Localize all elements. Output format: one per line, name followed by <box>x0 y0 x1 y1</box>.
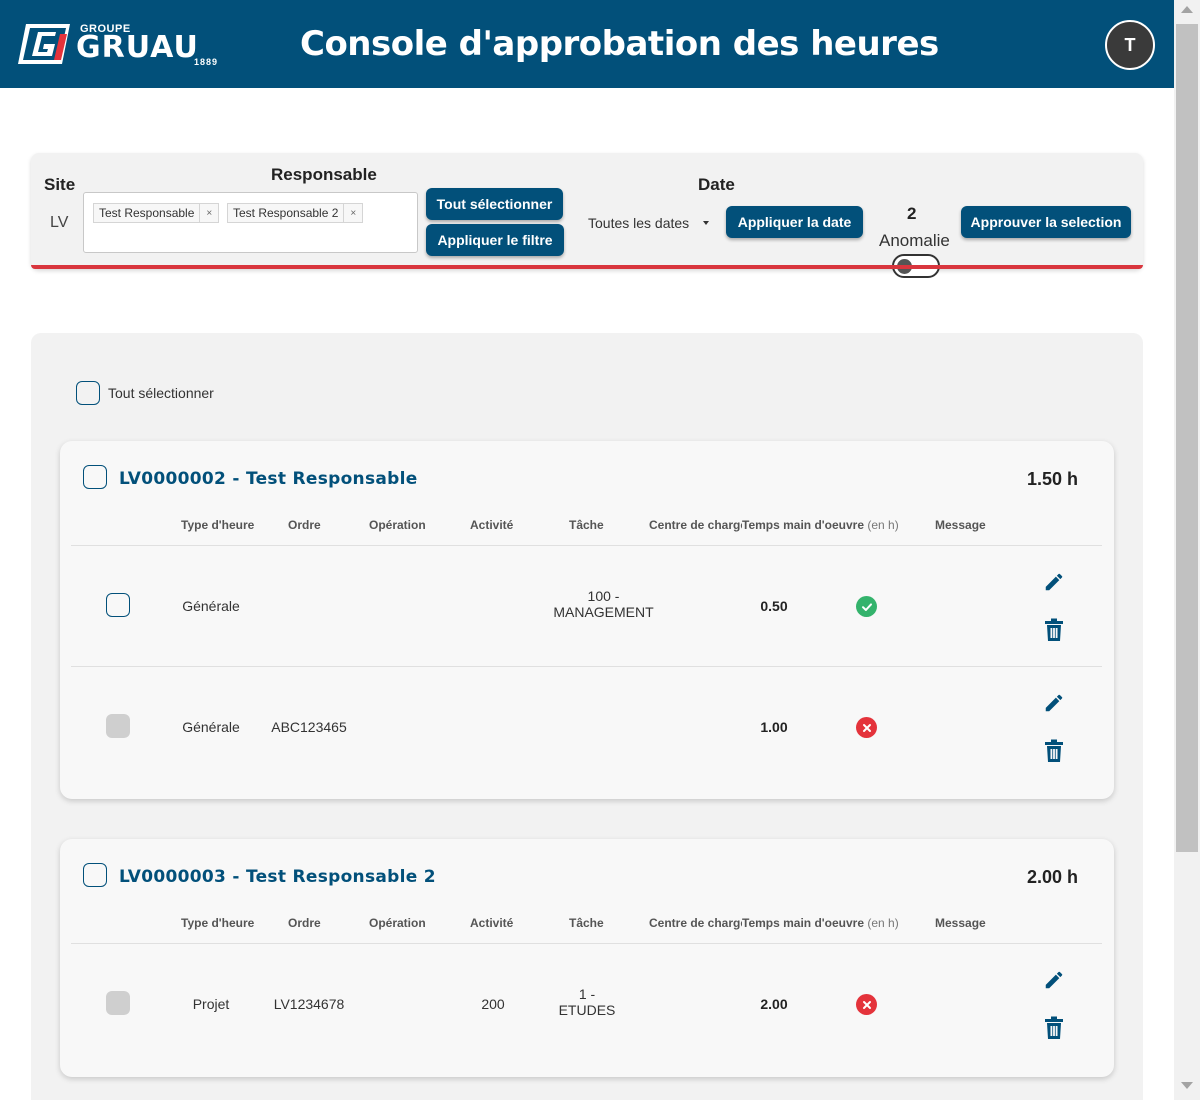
dropdown-caret-icon[interactable] <box>703 221 709 225</box>
responsable-chip: Test Responsable 2 × <box>227 203 364 223</box>
filter-bar-accent-line <box>31 265 1143 269</box>
trash-icon[interactable] <box>1041 738 1067 764</box>
chip-label: Test Responsable 2 <box>233 206 339 220</box>
row-select-checkbox[interactable] <box>106 714 130 738</box>
column-header-operation: Opération <box>369 916 426 930</box>
anomaly-label: Anomalie <box>879 231 950 250</box>
edit-pencil-icon[interactable] <box>1041 967 1067 993</box>
row-select-checkbox[interactable] <box>106 991 130 1015</box>
logo-year-text: 1889 <box>194 57 219 67</box>
chip-remove-icon[interactable]: × <box>343 204 362 222</box>
column-header-activite: Activité <box>470 916 514 930</box>
column-header-type: Type d'heure <box>181 518 255 532</box>
filter-bar: Site LV Responsable Test Responsable × T… <box>31 153 1143 278</box>
cell-temps: 0.50 <box>760 598 788 614</box>
scroll-up-arrow-icon[interactable] <box>1181 6 1193 13</box>
check-circle-icon <box>856 596 877 617</box>
error-circle-icon <box>856 994 877 1015</box>
timesheet-list-panel: Tout sélectionner LV0000002 - Test Respo… <box>31 333 1143 1100</box>
error-circle-icon <box>856 717 877 738</box>
column-header-centre: Centre de charge <box>649 518 748 532</box>
app-header: GROUPE GRUAU 1889 Console d'approbation … <box>0 0 1174 88</box>
scroll-down-arrow-icon[interactable] <box>1181 1082 1193 1089</box>
trash-icon[interactable] <box>1041 617 1067 643</box>
column-header-ordre: Ordre <box>288 518 321 532</box>
temps-header-label: Temps main d'oeuvre <box>742 518 864 532</box>
select-all-checkbox[interactable] <box>76 381 100 405</box>
tache-line-2: MANAGEMENT <box>553 604 654 620</box>
gruau-logo: GROUPE GRUAU 1889 <box>16 20 236 70</box>
cell-type: Générale <box>182 719 240 735</box>
card-select-checkbox[interactable] <box>83 863 107 887</box>
date-dropdown[interactable]: Toutes les dates <box>588 215 689 231</box>
column-header-centre: Centre de charge <box>649 916 748 930</box>
logo-name-text: GRUAU <box>76 30 199 65</box>
responsable-multiselect[interactable]: Test Responsable × Test Responsable 2 × <box>83 192 418 253</box>
site-value: LV <box>50 214 69 231</box>
card-title: LV0000003 - Test Responsable 2 <box>119 867 436 887</box>
column-header-tache: Tâche <box>569 518 604 532</box>
employee-card: LV0000003 - Test Responsable 2 2.00 h Ty… <box>60 839 1114 1077</box>
cell-type: Générale <box>182 598 240 614</box>
table-row: Générale ABC123465 1.00 <box>71 666 1102 787</box>
column-header-operation: Opération <box>369 518 426 532</box>
logo-g-icon <box>18 24 70 64</box>
cell-temps: 1.00 <box>760 719 788 735</box>
column-header-message: Message <box>935 916 986 930</box>
cell-type: Projet <box>192 996 230 1012</box>
cell-temps: 2.00 <box>760 996 788 1012</box>
column-header-message: Message <box>935 518 986 532</box>
anomaly-count: 2 <box>907 204 917 223</box>
table-row: Générale 100 - MANAGEMENT 0.50 <box>71 545 1102 666</box>
cell-ordre: LV1234678 <box>273 996 345 1012</box>
cell-tache: 100 - MANAGEMENT <box>541 588 666 620</box>
chip-label: Test Responsable <box>99 206 195 220</box>
responsable-chip: Test Responsable × <box>93 203 220 223</box>
card-title: LV0000002 - Test Responsable <box>119 469 418 489</box>
edit-pencil-icon[interactable] <box>1041 690 1067 716</box>
temps-header-unit: (en h) <box>867 518 899 532</box>
edit-pencil-icon[interactable] <box>1041 569 1067 595</box>
temps-header-unit: (en h) <box>867 916 899 930</box>
trash-icon[interactable] <box>1041 1015 1067 1041</box>
approve-selection-button[interactable]: Approuver la selection <box>961 206 1131 238</box>
chip-remove-icon[interactable]: × <box>199 204 218 222</box>
table-row: Projet LV1234678 200 1 - ETUDES 2.00 <box>71 943 1102 1064</box>
row-select-checkbox[interactable] <box>106 593 130 617</box>
column-header-activite: Activité <box>470 518 514 532</box>
card-select-checkbox[interactable] <box>83 465 107 489</box>
column-header-tache: Tâche <box>569 916 604 930</box>
employee-card: LV0000002 - Test Responsable 1.50 h Type… <box>60 441 1114 799</box>
page-title: Console d'approbation des heures <box>300 24 939 64</box>
column-header-ordre: Ordre <box>288 916 321 930</box>
column-header-type: Type d'heure <box>181 916 255 930</box>
select-all-responsables-button[interactable]: Tout sélectionner <box>426 188 563 220</box>
site-label: Site <box>44 175 76 194</box>
column-header-temps: Temps main d'oeuvre (en h) <box>742 518 899 532</box>
date-label: Date <box>698 175 735 194</box>
apply-date-button[interactable]: Appliquer la date <box>726 206 863 238</box>
apply-filter-button[interactable]: Appliquer le filtre <box>426 224 564 256</box>
tache-line-1: 1 - <box>578 986 596 1002</box>
responsable-label: Responsable <box>271 165 377 184</box>
scrollbar-thumb[interactable] <box>1176 24 1198 852</box>
page-scrollbar[interactable] <box>1174 0 1200 1100</box>
select-all-label: Tout sélectionner <box>108 385 214 401</box>
tache-line-2: ETUDES <box>558 1002 616 1018</box>
column-header-temps: Temps main d'oeuvre (en h) <box>742 916 899 930</box>
temps-header-label: Temps main d'oeuvre <box>742 916 864 930</box>
card-total-hours: 2.00 h <box>1026 867 1078 887</box>
cell-activite: 200 <box>481 996 505 1012</box>
card-total-hours: 1.50 h <box>1026 469 1078 489</box>
user-avatar[interactable]: T <box>1105 20 1155 70</box>
cell-ordre: ABC123465 <box>271 719 347 735</box>
tache-line-1: 100 - <box>587 588 620 604</box>
cell-tache: 1 - ETUDES <box>545 986 629 1018</box>
